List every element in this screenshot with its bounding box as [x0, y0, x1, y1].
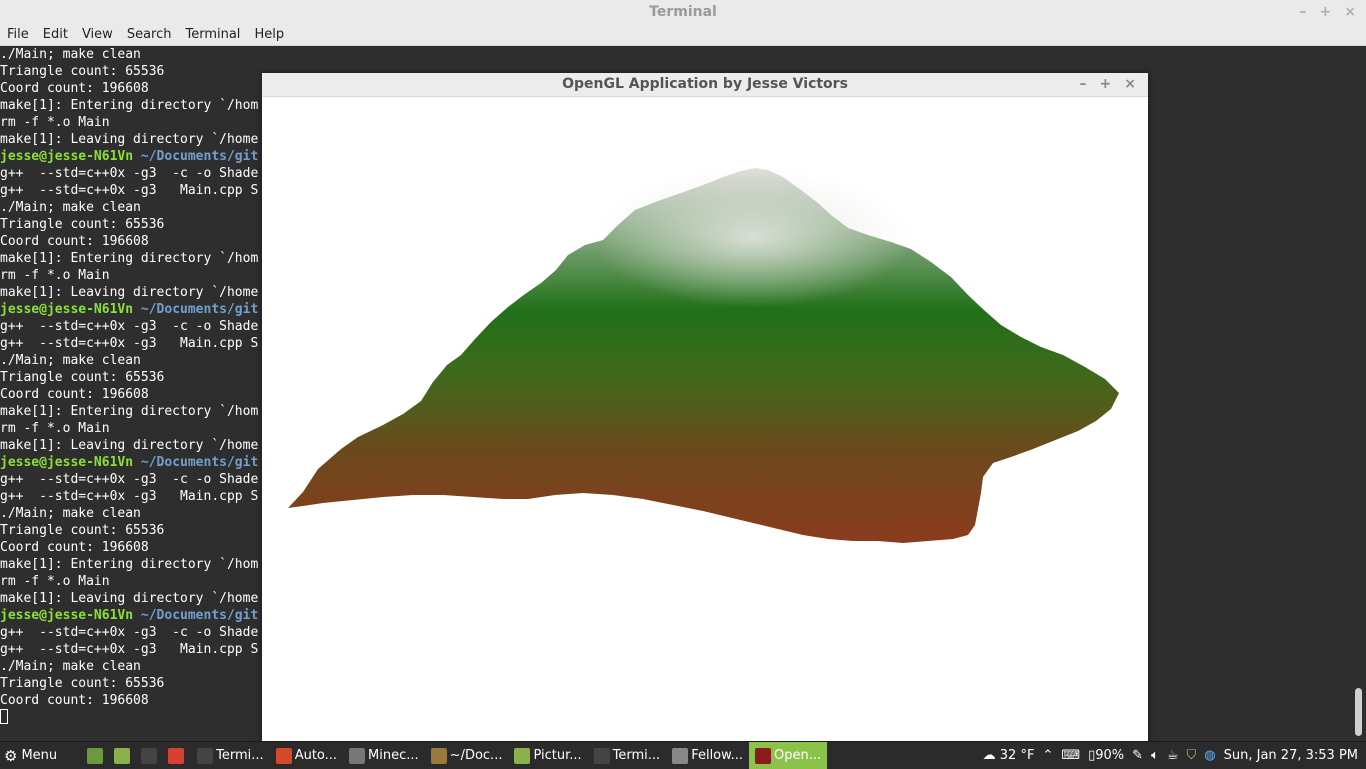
clock[interactable]: Sun, Jan 27, 3:53 PM — [1224, 748, 1358, 763]
terminal-icon — [197, 747, 214, 764]
maximize-icon[interactable]: + — [1320, 0, 1332, 24]
chrome-icon — [168, 747, 185, 764]
battery-percentage: 90% — [1095, 748, 1125, 763]
prompt-path: ~/Documents/git — [133, 149, 259, 164]
terminal-output-line: ./Main; make clean — [0, 47, 141, 62]
taskbar-window-label: Termi... — [612, 748, 661, 763]
menu-view[interactable]: View — [75, 24, 120, 45]
terminal-icon — [593, 747, 610, 764]
taskbar-window-label: Open... — [773, 748, 822, 763]
folder-icon — [430, 747, 447, 764]
menu-search[interactable]: Search — [120, 24, 179, 45]
taskbar-window-label: Auto... — [294, 748, 338, 763]
opengl-render-canvas[interactable] — [263, 97, 1147, 743]
terminal-scrollbar[interactable] — [1352, 46, 1366, 740]
minimize-icon[interactable]: – — [1300, 0, 1307, 24]
text-cursor — [0, 709, 8, 724]
taskbar-window-label: ~/Doc... — [449, 748, 503, 763]
taskbar-window-button[interactable]: Open... — [748, 742, 828, 769]
prompt-path: ~/Documents/git — [133, 302, 259, 317]
shield-check-icon[interactable]: ⛉ — [1187, 748, 1197, 763]
menu-help[interactable]: Help — [247, 24, 291, 45]
shield-app-icon — [275, 747, 292, 764]
files-icon — [114, 747, 131, 764]
menu-file[interactable]: File — [0, 24, 36, 45]
system-tray: ☁ 32 °F ⌃ ⌨ ▯90% ✎ 🔈︎ ☕︎ ⛉ ◍ Sun, Jan 27… — [983, 748, 1366, 763]
taskbar-window-label: Termi... — [216, 748, 264, 763]
launcher-files[interactable] — [110, 742, 137, 769]
starred-icon — [672, 747, 689, 764]
launcher-chrome[interactable] — [164, 742, 191, 769]
prompt-user-host: jesse@jesse-N61Vn — [0, 608, 134, 623]
taskbar-window-button[interactable]: Termi... — [588, 742, 667, 769]
terminal-icon — [141, 747, 158, 764]
taskbar-window-button[interactable]: Pictur... — [508, 742, 587, 769]
opengl-icon — [754, 747, 771, 764]
menu-edit[interactable]: Edit — [36, 24, 75, 45]
gear-icon: ⚙ — [4, 746, 18, 765]
network-icon[interactable]: ◍ — [1204, 748, 1215, 763]
taskbar-window-label: Pictur... — [533, 748, 582, 763]
taskbar-window-button[interactable]: Minec... — [343, 742, 425, 769]
opengl-titlebar[interactable]: OpenGL Application by Jesse Victors – + … — [262, 73, 1148, 97]
weather-applet[interactable]: ☁ 32 °F — [983, 748, 1035, 763]
chevron-up-icon[interactable]: ⌃ — [1042, 748, 1053, 763]
taskbar-window-button[interactable]: ~/Doc... — [425, 742, 509, 769]
prompt-path: ~/Documents/git — [133, 455, 259, 470]
folder-icon — [514, 747, 531, 764]
scrollbar-thumb[interactable] — [1355, 688, 1362, 736]
start-menu-button[interactable]: ⚙ Menu — [0, 742, 61, 769]
weather-temperature: 32 °F — [999, 748, 1035, 763]
taskbar-window-button[interactable]: Termi... — [191, 742, 270, 769]
close-icon[interactable]: × — [1124, 73, 1136, 96]
minecraft-icon — [349, 747, 366, 764]
taskbar: ⚙ Menu Termi... Auto... Minec... ~/Doc... Pi… — [0, 741, 1366, 769]
close-icon[interactable]: × — [1344, 0, 1356, 24]
coffee-cup-icon[interactable]: ☕︎ — [1167, 748, 1179, 763]
terminal-title: Terminal — [649, 4, 717, 20]
prompt-path: ~/Documents/git — [133, 608, 259, 623]
pen-icon[interactable]: ✎ — [1132, 748, 1143, 763]
battery-applet[interactable]: ▯90% — [1088, 748, 1124, 763]
opengl-window-title: OpenGL Application by Jesse Victors — [562, 76, 848, 92]
opengl-window[interactable]: OpenGL Application by Jesse Victors – + … — [262, 73, 1148, 744]
terrain-snow-peak — [593, 167, 913, 307]
menu-terminal[interactable]: Terminal — [178, 24, 247, 45]
show-desktop-icon — [87, 747, 104, 764]
terminal-menubar: File Edit View Search Terminal Help — [0, 24, 1366, 46]
terminal-titlebar[interactable]: Terminal – + × — [0, 0, 1366, 24]
prompt-user-host: jesse@jesse-N61Vn — [0, 302, 134, 317]
start-menu-label: Menu — [21, 748, 58, 763]
prompt-user-host: jesse@jesse-N61Vn — [0, 455, 134, 470]
taskbar-window-button[interactable]: Auto... — [270, 742, 343, 769]
terrain-render — [288, 167, 1119, 543]
prompt-user-host: jesse@jesse-N61Vn — [0, 149, 134, 164]
launcher-terminal[interactable] — [137, 742, 164, 769]
taskbar-window-label: Fellow... — [691, 748, 743, 763]
keyboard-icon[interactable]: ⌨ — [1061, 748, 1080, 763]
taskbar-window-label: Minec... — [368, 748, 419, 763]
maximize-icon[interactable]: + — [1100, 73, 1112, 96]
taskbar-window-button[interactable]: Fellow... — [666, 742, 749, 769]
volume-icon[interactable]: 🔈︎ — [1151, 748, 1159, 763]
launcher-show-desktop[interactable] — [83, 742, 110, 769]
minimize-icon[interactable]: – — [1080, 73, 1087, 96]
